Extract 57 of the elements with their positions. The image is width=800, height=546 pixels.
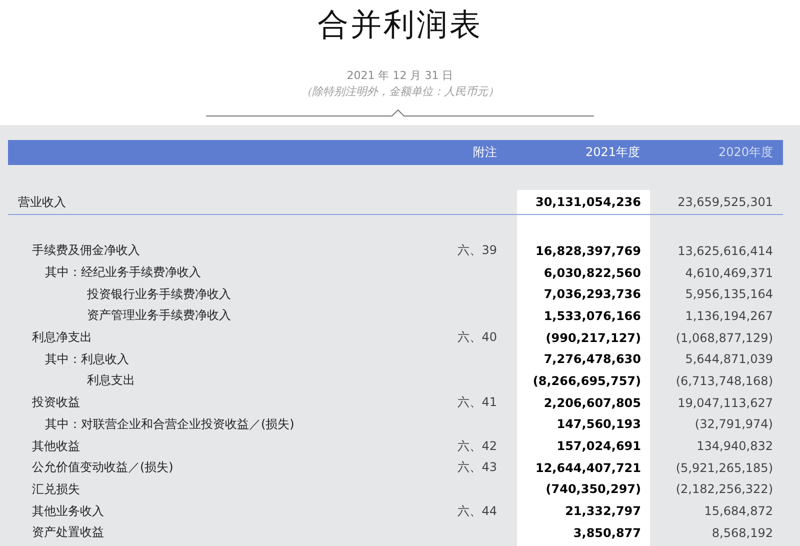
value-cell-text: 21,332,797 [564,504,642,518]
value-cell-text: 4,610,469,371 [684,266,774,280]
row-label: 其中：利息收入 [44,350,130,368]
value-cell-text: 1,136,194,267 [684,308,774,323]
row-label: 投资银行业务手续费净收入 [86,286,232,303]
value-cell-text: 8,568,192 [710,526,774,540]
value-cell-text: (5,921,265,185) [674,460,774,475]
value-cell-text: 3,850,877 [572,526,642,540]
value-cell-text: 12,644,407,721 [534,460,642,475]
value-cell-text: 1,533,076,166 [542,308,642,323]
note-reference: 六、43 [456,459,498,476]
value-cell-text: 30,131,054,236 [534,195,642,209]
row-label: 其他业务收入 [31,502,105,520]
row-label: 公允价值变动收益／(损失) [31,459,174,476]
row-label: 资产管理业务手续费净收入 [86,307,232,324]
row-label: 利息净支出 [31,329,93,346]
value-cell-text: 7,276,478,630 [542,352,642,366]
note-reference: 六、41 [456,394,498,412]
row-label: 汇兑损失 [31,480,81,498]
note-reference: 六、39 [456,242,498,260]
value-cell-text: 13,625,616,414 [676,244,774,258]
row-label: 利息支出 [86,372,136,390]
value-cell-text: 16,828,397,769 [534,244,642,258]
column-header: 2021年度 [584,144,641,161]
report-title: 合并利润表 [318,6,482,44]
note-reference: 六、42 [456,438,498,455]
column-header: 附注 [472,144,498,161]
value-cell-text: 15,684,872 [703,504,774,518]
value-cell-text: 23,659,525,301 [676,195,774,209]
note-reference: 六、40 [456,329,498,346]
value-cell-text: 147,560,193 [556,417,642,432]
value-cell-text: 134,940,832 [696,439,774,454]
value-cell-text: (8,266,695,757) [532,374,642,388]
value-cell-text: 5,956,135,164 [684,287,774,302]
value-cell-text: 7,036,293,736 [542,287,642,302]
row-label: 手续费及佣金净收入 [31,242,141,260]
row-label: 营业收入 [17,194,67,210]
value-cell-text: (32,791,974) [694,417,774,432]
note-reference: 六、44 [456,502,498,520]
value-cell-text: 157,024,691 [556,439,642,454]
value-cell-text: (1,068,877,129) [674,330,774,345]
value-cell-text: 2,206,607,805 [542,396,642,410]
value-cell-text: 19,047,113,627 [676,396,774,410]
value-cell-text: (740,350,297) [544,482,642,496]
unit-note: （除特别注明外，金额单位：人民币元） [301,84,499,99]
column-header: 2020年度 [717,144,774,161]
value-cell-text: (6,713,748,168) [674,374,774,388]
row-label: 投资收益 [31,394,81,412]
value-cell-text: 6,030,822,560 [542,266,642,280]
value-cell-text: (2,182,256,322) [674,482,774,496]
row-label: 其中：经纪业务手续费净收入 [44,264,202,282]
row-label: 其中：对联营企业和合营企业投资收益／(损失) [44,416,296,433]
value-cell-text: 5,644,871,039 [684,352,774,366]
row-label: 其他收益 [31,438,81,455]
report-date: 2021 年 12 月 31 日 [346,68,454,83]
row-label: 资产处置收益 [31,524,105,542]
value-cell-text: (990,217,127) [544,330,642,345]
